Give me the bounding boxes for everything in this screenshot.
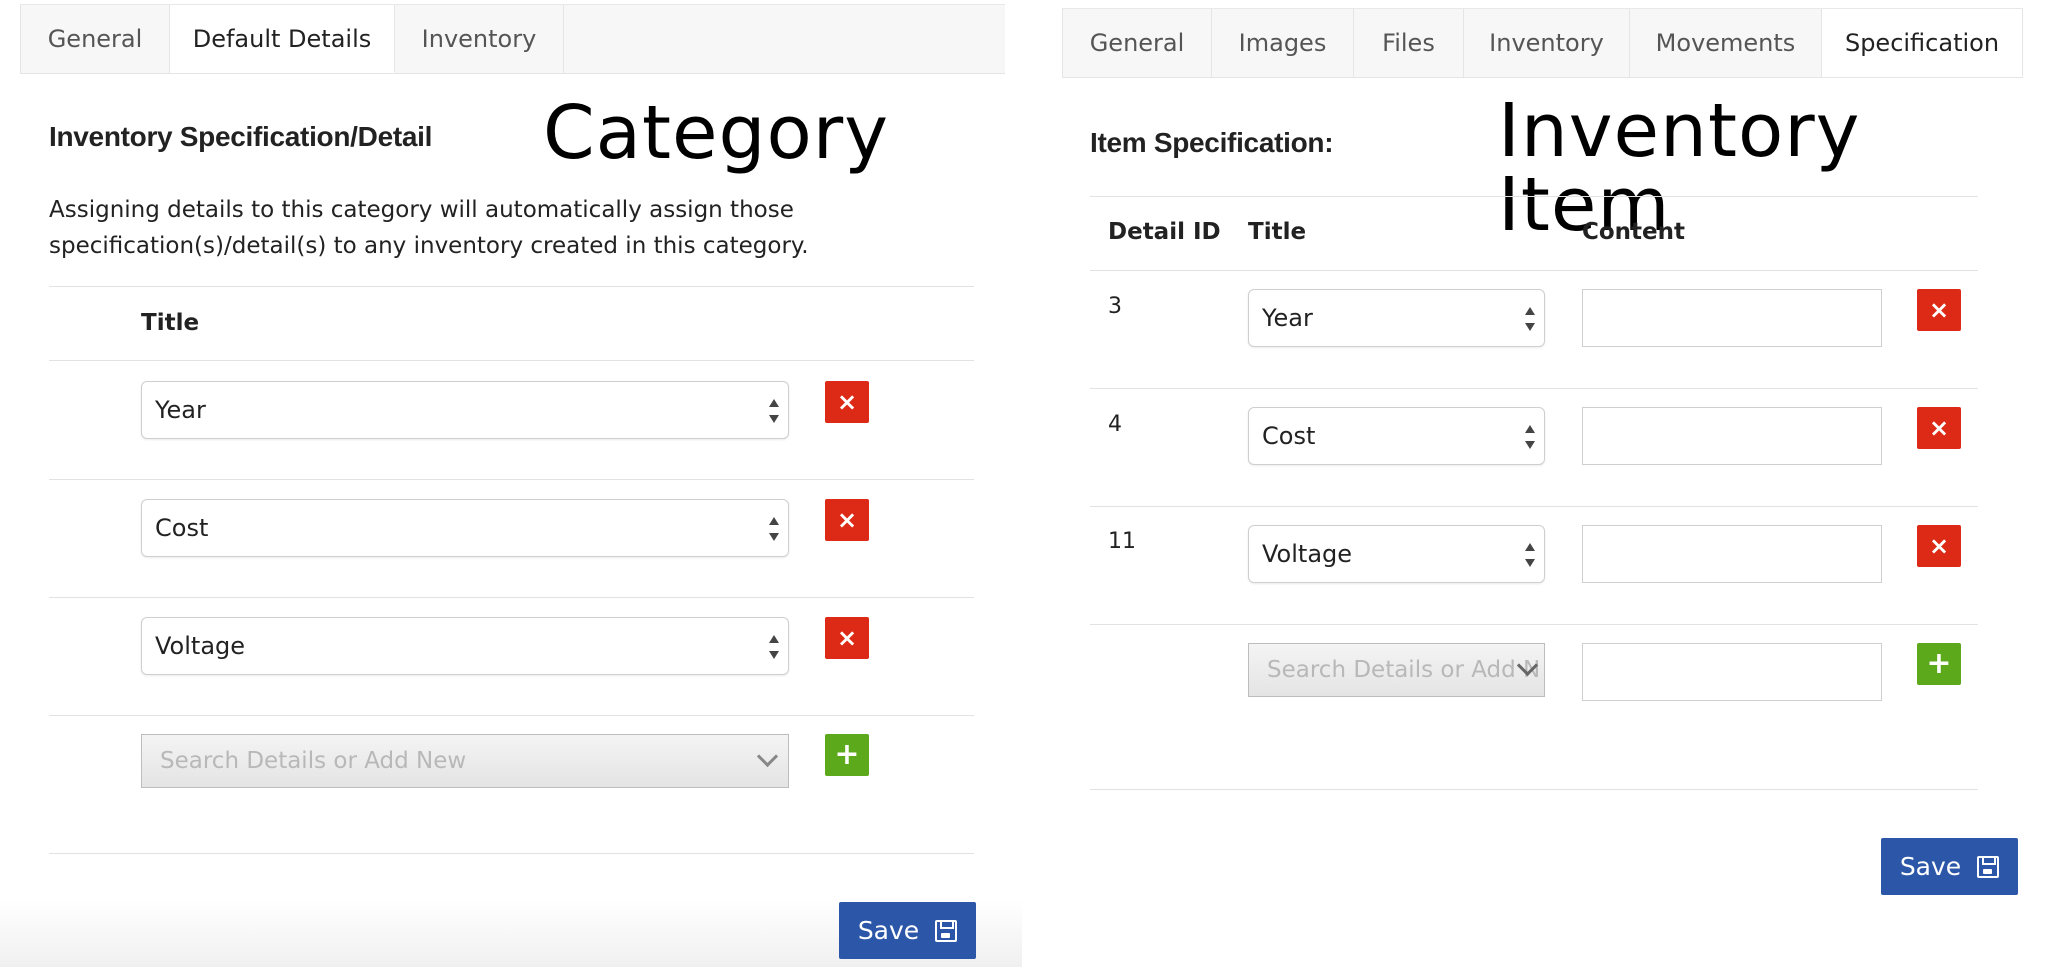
delete-icon: ×: [1928, 532, 1950, 560]
divider: [1090, 196, 1978, 197]
divider: [1090, 388, 1978, 389]
divider: [49, 715, 974, 716]
item-overlay-label: Inventory Item: [1498, 88, 1861, 248]
item-tabbar: General Images Files Inventory Movements…: [1062, 8, 2023, 78]
delete-icon: ×: [1928, 296, 1950, 324]
delete-icon: ×: [836, 624, 858, 652]
tab-inventory[interactable]: Inventory: [1464, 9, 1630, 77]
add-detail-button[interactable]: +: [1917, 643, 1961, 685]
floppy-disk-icon: [935, 919, 958, 942]
detail-id: 11: [1108, 529, 1136, 554]
divider: [49, 853, 974, 854]
detail-title-select[interactable]: Cost: [1248, 407, 1545, 465]
divider: [49, 286, 974, 287]
delete-icon: ×: [836, 506, 858, 534]
title-column-header: Title: [141, 310, 200, 336]
detail-id-column-header: Detail ID: [1108, 219, 1221, 245]
divider: [49, 597, 974, 598]
detail-content-input[interactable]: [1582, 525, 1882, 583]
new-detail-content-input[interactable]: [1582, 643, 1882, 701]
divider: [49, 479, 974, 480]
delete-detail-button[interactable]: ×: [825, 381, 869, 423]
select-arrows-icon: [768, 517, 780, 541]
search-details-input[interactable]: Search Details or Add New: [141, 734, 789, 788]
chevron-down-icon: [758, 749, 776, 767]
save-label: Save: [857, 916, 920, 945]
category-tabbar: General Default Details Inventory: [20, 4, 1005, 74]
search-placeholder: Search Details or Add N: [1267, 657, 1541, 683]
detail-title-select[interactable]: Year: [1248, 289, 1545, 347]
detail-id: 4: [1108, 412, 1122, 437]
plus-icon: +: [834, 737, 860, 772]
tab-general[interactable]: General: [20, 5, 170, 73]
item-heading: Item Specification:: [1090, 127, 1334, 158]
add-detail-button[interactable]: +: [825, 734, 869, 776]
tab-movements[interactable]: Movements: [1630, 9, 1822, 77]
tab-specification[interactable]: Specification: [1822, 9, 2023, 77]
divider: [1090, 270, 1978, 271]
floppy-disk-icon: [1977, 855, 2000, 878]
tab-default-details[interactable]: Default Details: [170, 5, 395, 73]
select-arrows-icon: [768, 399, 780, 423]
content-column-header: Content: [1582, 219, 1686, 245]
canvas: General Default Details Inventory Invent…: [0, 0, 2048, 967]
tab-images[interactable]: Images: [1212, 9, 1354, 77]
detail-content-input[interactable]: [1582, 289, 1882, 347]
divider: [1090, 789, 1978, 790]
detail-title-select[interactable]: Voltage: [1248, 525, 1545, 583]
divider: [49, 360, 974, 361]
detail-title-select[interactable]: Voltage: [141, 617, 789, 675]
save-button[interactable]: Save: [839, 902, 976, 959]
tab-files[interactable]: Files: [1354, 9, 1464, 77]
tab-inventory[interactable]: Inventory: [395, 5, 564, 73]
select-arrows-icon: [768, 635, 780, 659]
select-value: Cost: [1262, 422, 1316, 450]
delete-detail-button[interactable]: ×: [1917, 407, 1961, 449]
save-label: Save: [1899, 852, 1962, 881]
detail-title-select[interactable]: Cost: [141, 499, 789, 557]
detail-title-select[interactable]: Year: [141, 381, 789, 439]
divider: [1090, 506, 1978, 507]
search-details-input[interactable]: Search Details or Add N: [1248, 643, 1545, 697]
select-arrows-icon: [1524, 307, 1536, 331]
delete-detail-button[interactable]: ×: [825, 499, 869, 541]
category-overlay-label: Category: [543, 90, 890, 176]
detail-id: 3: [1108, 294, 1122, 319]
select-arrows-icon: [1524, 425, 1536, 449]
title-column-header: Title: [1248, 219, 1307, 245]
tab-general[interactable]: General: [1062, 9, 1212, 77]
plus-icon: +: [1926, 646, 1952, 681]
select-value: Voltage: [155, 632, 246, 660]
category-panel: General Default Details Inventory Invent…: [0, 0, 1022, 967]
category-description: Assigning details to this category will …: [49, 197, 809, 259]
chevron-down-icon: [1518, 658, 1536, 676]
delete-icon: ×: [836, 388, 858, 416]
select-arrows-icon: [1524, 543, 1536, 567]
delete-detail-button[interactable]: ×: [1917, 525, 1961, 567]
detail-content-input[interactable]: [1582, 407, 1882, 465]
select-value: Year: [1262, 304, 1313, 332]
save-button[interactable]: Save: [1881, 838, 2018, 895]
search-placeholder: Search Details or Add New: [160, 748, 467, 774]
delete-detail-button[interactable]: ×: [825, 617, 869, 659]
delete-icon: ×: [1928, 414, 1950, 442]
delete-detail-button[interactable]: ×: [1917, 289, 1961, 331]
select-value: Year: [155, 396, 206, 424]
select-value: Voltage: [1262, 540, 1353, 568]
category-heading: Inventory Specification/Detail: [49, 121, 433, 152]
divider: [1090, 624, 1978, 625]
item-panel: General Images Files Inventory Movements…: [1022, 0, 2048, 967]
select-value: Cost: [155, 514, 209, 542]
